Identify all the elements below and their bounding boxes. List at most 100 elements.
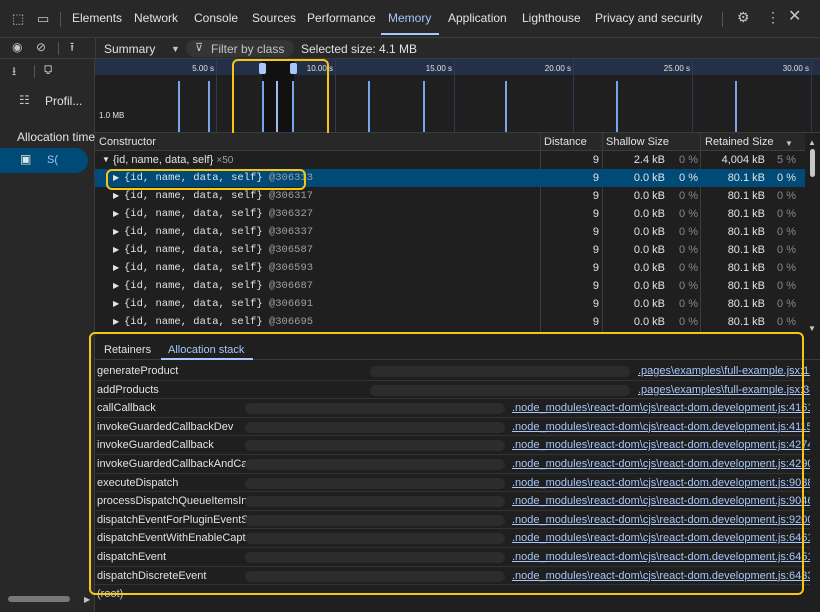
snapshot-item[interactable]: ▣ S(	[0, 148, 88, 173]
distance-cell: 9	[592, 226, 599, 238]
scroll-up-icon[interactable]: ▲	[808, 136, 816, 149]
table-row[interactable]: ▶ {id, name, data, self} @306587 9 0.0 kB 0 …	[95, 241, 805, 259]
instance-name: {id, name, data, self} @306337	[124, 226, 314, 238]
tick-line	[454, 59, 455, 132]
shallow-pct-cell: 0 %	[679, 316, 698, 328]
shallow-size-cell: 0.0 kB	[633, 262, 665, 274]
retained-size-cell: 4,004 kB	[721, 154, 765, 166]
table-row[interactable]: ▶ {id, name, data, self} @306593 9 0.0 kB 0 …	[95, 259, 805, 277]
tab-performance[interactable]: Performance	[307, 11, 376, 25]
distance-cell: 9	[592, 172, 599, 184]
device-toolbar-icon[interactable]: ▭	[37, 12, 49, 25]
record-icon[interactable]: ◉	[12, 41, 22, 54]
chevron-right-icon[interactable]: ▶	[84, 593, 90, 606]
col-constructor[interactable]: Constructor	[99, 136, 156, 148]
distance-cell: 9	[592, 190, 599, 202]
tab-application[interactable]: Application	[448, 11, 507, 25]
scroll-thumb[interactable]	[810, 149, 815, 177]
table-row[interactable]: ▶ {id, name, data, self} @306337 9 0.0 kB 0 …	[95, 223, 805, 241]
table-row[interactable]: ▶ {id, name, data, self} @306695 9 0.0 kB 0 …	[95, 313, 805, 331]
expand-triangle-icon[interactable]: ▶	[113, 263, 119, 272]
shallow-size-cell: 0.0 kB	[633, 244, 665, 256]
tab-network[interactable]: Network	[134, 11, 178, 25]
retained-pct-cell: 0 %	[777, 244, 796, 256]
group-row[interactable]: ▼ {id, name, data, self} ×50 9 2.4 kB 0 …	[95, 151, 805, 169]
profiles-item[interactable]: Profil...	[45, 94, 82, 108]
distance-cell: 9	[592, 154, 599, 166]
download-icon[interactable]: ⭳	[12, 65, 16, 78]
table-row[interactable]: ▶ {id, name, data, self} @306327 9 0.0 kB 0 …	[95, 205, 805, 223]
expand-triangle-icon[interactable]: ▶	[113, 299, 119, 308]
shallow-pct-cell: 0 %	[679, 280, 698, 292]
memory-scale-label: 1.0 MB	[99, 111, 125, 120]
instance-name: {id, name, data, self} @306317	[124, 190, 314, 202]
expand-triangle-icon[interactable]: ▶	[113, 191, 119, 200]
expand-triangle-icon[interactable]: ▶	[113, 209, 119, 218]
instance-name: {id, name, data, self} @306695	[124, 316, 314, 328]
tick-label: 15.00 s	[425, 64, 452, 73]
table-row[interactable]: ▶ {id, name, data, self} @306687 9 0.0 kB 0 …	[95, 277, 805, 295]
expand-triangle-icon[interactable]: ▶	[113, 227, 119, 236]
scroll-down-icon[interactable]: ▼	[808, 322, 816, 335]
shallow-pct-cell: 0 %	[679, 190, 698, 202]
shallow-size-cell: 0.0 kB	[633, 172, 665, 184]
distance-cell: 9	[592, 262, 599, 274]
upload-icon[interactable]: ⭱	[70, 41, 74, 54]
shallow-size-cell: 0.0 kB	[633, 226, 665, 238]
shallow-pct-cell: 0 %	[679, 226, 698, 238]
distance-cell: 9	[592, 280, 599, 292]
expand-triangle-icon[interactable]: ▶	[113, 281, 119, 290]
filter-icon: ⊽	[195, 42, 204, 54]
chevron-down-icon[interactable]: ▼	[171, 43, 180, 56]
instance-name: {id, name, data, self} @306593	[124, 262, 314, 274]
clear-icon[interactable]: ⊘	[36, 41, 46, 54]
expand-triangle-icon[interactable]: ▶	[113, 245, 119, 254]
shallow-pct-cell: 0 %	[679, 172, 698, 184]
retained-pct-cell: 0 %	[777, 298, 796, 310]
active-tab-indicator	[381, 33, 439, 35]
allocation-bar	[423, 81, 425, 132]
gear-icon[interactable]: ⚙	[737, 10, 750, 24]
tab-privacy-security[interactable]: Privacy and security	[595, 11, 702, 25]
profile-settings-icon[interactable]: ☷	[19, 94, 30, 107]
horizontal-scrollbar[interactable]	[8, 596, 70, 602]
vertical-scrollbar[interactable]: ▲ ▼	[805, 133, 820, 333]
instance-name: {id, name, data, self} @306691	[124, 298, 314, 310]
table-row[interactable]: ▶ {id, name, data, self} @306691 9 0.0 kB 0 …	[95, 295, 805, 313]
allocation-bar	[505, 81, 507, 132]
collect-garbage-icon[interactable]: 🜷	[44, 64, 52, 77]
retained-size-cell: 80.1 kB	[727, 226, 765, 238]
selected-size-label: Selected size: 4.1 MB	[301, 42, 418, 56]
highlight-annotation	[89, 332, 804, 595]
retained-size-cell: 80.1 kB	[727, 244, 765, 256]
divider	[95, 38, 96, 59]
retained-pct-cell: 0 %	[777, 190, 796, 202]
retained-size-cell: 80.1 kB	[727, 316, 765, 328]
retained-size-cell: 80.1 kB	[727, 280, 765, 292]
col-distance[interactable]: Distance	[544, 136, 587, 148]
col-retained-size[interactable]: Retained Size	[705, 136, 774, 148]
sort-descending-icon[interactable]: ▼	[785, 137, 793, 150]
tick-line	[573, 59, 574, 132]
shallow-size-cell: 2.4 kB	[633, 154, 665, 166]
shallow-size-cell: 0.0 kB	[633, 316, 665, 328]
close-icon[interactable]: ✕	[788, 9, 801, 25]
class-filter-input[interactable]: ⊽ Filter by class	[186, 40, 294, 57]
view-select[interactable]: Summary	[104, 42, 155, 56]
tab-console[interactable]: Console	[194, 11, 238, 25]
col-shallow-size[interactable]: Shallow Size	[606, 136, 669, 148]
highlight-annotation	[232, 59, 329, 138]
inspect-element-icon[interactable]: ⬚	[12, 12, 24, 25]
tab-memory[interactable]: Memory	[388, 11, 431, 25]
more-options-icon[interactable]: ⋮	[766, 10, 780, 24]
expand-triangle-icon[interactable]: ▼	[102, 155, 110, 164]
section-title: Allocation timeli	[17, 130, 95, 144]
retained-pct-cell: 5 %	[777, 154, 796, 166]
tick-line	[216, 59, 217, 132]
retained-pct-cell: 0 %	[777, 226, 796, 238]
tab-elements[interactable]: Elements	[72, 11, 122, 25]
tab-lighthouse[interactable]: Lighthouse	[522, 11, 581, 25]
tab-sources[interactable]: Sources	[252, 11, 296, 25]
expand-triangle-icon[interactable]: ▶	[113, 317, 119, 326]
allocation-timeline[interactable]: 5.00 s 10.00 s 15.00 s 20.00 s 25.00 s 3…	[95, 59, 820, 133]
